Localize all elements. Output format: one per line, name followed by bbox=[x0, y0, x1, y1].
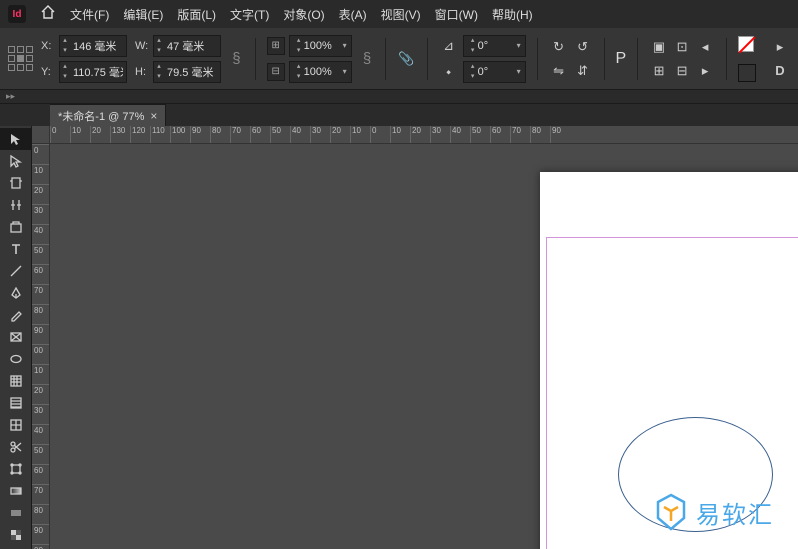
checker-tool[interactable] bbox=[0, 524, 32, 546]
menu-object[interactable]: 对象(O) bbox=[283, 6, 324, 23]
margin-guide-vertical bbox=[546, 237, 547, 549]
rotate-icon: ⊿ bbox=[439, 36, 459, 56]
rotate-ccw-icon[interactable]: ↺ bbox=[573, 37, 593, 57]
x-input[interactable]: ▴▾ bbox=[59, 35, 127, 57]
x-label: X: bbox=[41, 40, 55, 52]
select-content-icon[interactable]: ⊡ bbox=[672, 37, 692, 57]
flip-h-icon[interactable]: ⇋ bbox=[549, 61, 569, 81]
menu-view[interactable]: 视图(V) bbox=[381, 6, 421, 23]
shear-icon: ⬩ bbox=[439, 62, 459, 82]
freeform-tool[interactable] bbox=[0, 414, 32, 436]
pasteboard[interactable] bbox=[50, 144, 798, 549]
grid-tool1[interactable] bbox=[0, 370, 32, 392]
type-tool[interactable] bbox=[0, 238, 32, 260]
menu-help[interactable]: 帮助(H) bbox=[492, 6, 533, 23]
reference-point-grid[interactable] bbox=[8, 46, 33, 71]
h-input[interactable]: ▴▾ bbox=[153, 61, 221, 83]
workspace: 0102013012011010090807060504030201001020… bbox=[0, 126, 798, 549]
menu-bar: Id 文件(F) 编辑(E) 版面(L) 文字(T) 对象(O) 表(A) 视图… bbox=[0, 0, 798, 28]
paragraph-icon[interactable]: P bbox=[615, 50, 626, 68]
grid-tool2[interactable] bbox=[0, 392, 32, 414]
pen-tool[interactable] bbox=[0, 282, 32, 304]
vertical-ruler[interactable]: 0102030405060708090001020304050607080900… bbox=[32, 144, 50, 549]
collapse-arrows-icon: ▸▸ bbox=[6, 91, 15, 102]
horizontal-ruler[interactable]: 0102013012011010090807060504030201001020… bbox=[50, 126, 798, 144]
select-container-icon[interactable]: ▣ bbox=[649, 37, 669, 57]
margin-guide-horizontal bbox=[546, 237, 798, 238]
direct-selection-tool[interactable] bbox=[0, 150, 32, 172]
flip-v-icon[interactable]: ⇵ bbox=[573, 61, 593, 81]
rotate-input[interactable]: ▴▾▾ bbox=[463, 35, 526, 57]
shear-input[interactable]: ▴▾▾ bbox=[463, 61, 526, 83]
y-input[interactable]: ▴▾ bbox=[59, 61, 127, 83]
w-input[interactable]: ▴▾ bbox=[153, 35, 221, 57]
distribute-icon[interactable]: ⊟ bbox=[672, 61, 692, 81]
menu-file[interactable]: 文件(F) bbox=[70, 6, 109, 23]
constrain-scale-icon[interactable]: § bbox=[360, 44, 375, 74]
menu-layout[interactable]: 版面(L) bbox=[177, 6, 216, 23]
line-tool[interactable] bbox=[0, 260, 32, 282]
y-label: Y: bbox=[41, 66, 55, 78]
h-label: H: bbox=[135, 66, 149, 78]
pencil-tool[interactable] bbox=[0, 304, 32, 326]
constrain-wh-icon[interactable]: § bbox=[229, 44, 244, 74]
rotate-cw-icon[interactable]: ↻ bbox=[549, 37, 569, 57]
w-label: W: bbox=[135, 40, 149, 52]
menu-table[interactable]: 表(A) bbox=[339, 6, 367, 23]
fill-stroke-icon[interactable] bbox=[738, 36, 762, 60]
gradient-tool[interactable] bbox=[0, 480, 32, 502]
effects-icon[interactable]: D bbox=[770, 60, 790, 80]
rectangle-frame-tool[interactable] bbox=[0, 326, 32, 348]
ruler-origin[interactable] bbox=[32, 126, 50, 144]
scale-x-input[interactable]: ▴▾▾ bbox=[289, 35, 352, 57]
ellipse-tool[interactable] bbox=[0, 348, 32, 370]
scale-y-icon: ⊟ bbox=[267, 63, 285, 81]
align-icon[interactable]: ⊞ bbox=[649, 61, 669, 81]
toolbox bbox=[0, 126, 32, 549]
home-icon[interactable] bbox=[40, 5, 56, 23]
gap-tool[interactable] bbox=[0, 194, 32, 216]
panel-collapse-bar[interactable]: ▸▸ bbox=[0, 90, 798, 104]
scale-x-icon: ⊞ bbox=[267, 37, 285, 55]
scissors-tool[interactable] bbox=[0, 436, 32, 458]
free-transform-tool[interactable] bbox=[0, 458, 32, 480]
tab-close-icon[interactable]: × bbox=[150, 109, 157, 123]
select-prev-icon[interactable]: ◂ bbox=[695, 37, 715, 57]
document-tab-bar: *未命名-1 @ 77% × bbox=[0, 104, 798, 126]
selection-tool[interactable] bbox=[0, 128, 32, 150]
watermark: 易软汇 bbox=[654, 493, 774, 531]
document-tab[interactable]: *未命名-1 @ 77% × bbox=[50, 104, 166, 126]
options-bar: X: ▴▾ Y: ▴▾ W: ▴▾ H: ▴▾ § ⊞ ▴▾▾ ⊟ ▴▾▾ § … bbox=[0, 28, 798, 90]
tab-title: *未命名-1 @ 77% bbox=[58, 108, 144, 124]
canvas-area: 0102013012011010090807060504030201001020… bbox=[32, 126, 798, 549]
stroke-swatch[interactable] bbox=[738, 64, 756, 82]
page-tool[interactable] bbox=[0, 172, 32, 194]
content-collector-tool[interactable] bbox=[0, 216, 32, 238]
more-icon[interactable]: ▸ bbox=[770, 37, 790, 57]
rect-tool[interactable] bbox=[0, 502, 32, 524]
scale-y-input[interactable]: ▴▾▾ bbox=[289, 61, 352, 83]
menu-window[interactable]: 窗口(W) bbox=[435, 6, 478, 23]
watermark-icon bbox=[654, 493, 688, 531]
menu-type[interactable]: 文字(T) bbox=[230, 6, 269, 23]
select-next-icon[interactable]: ▸ bbox=[695, 61, 715, 81]
attach-icon[interactable]: 📎 bbox=[397, 49, 415, 69]
menu-edit[interactable]: 编辑(E) bbox=[123, 6, 163, 23]
app-logo: Id bbox=[8, 5, 26, 23]
watermark-text: 易软汇 bbox=[696, 495, 774, 530]
